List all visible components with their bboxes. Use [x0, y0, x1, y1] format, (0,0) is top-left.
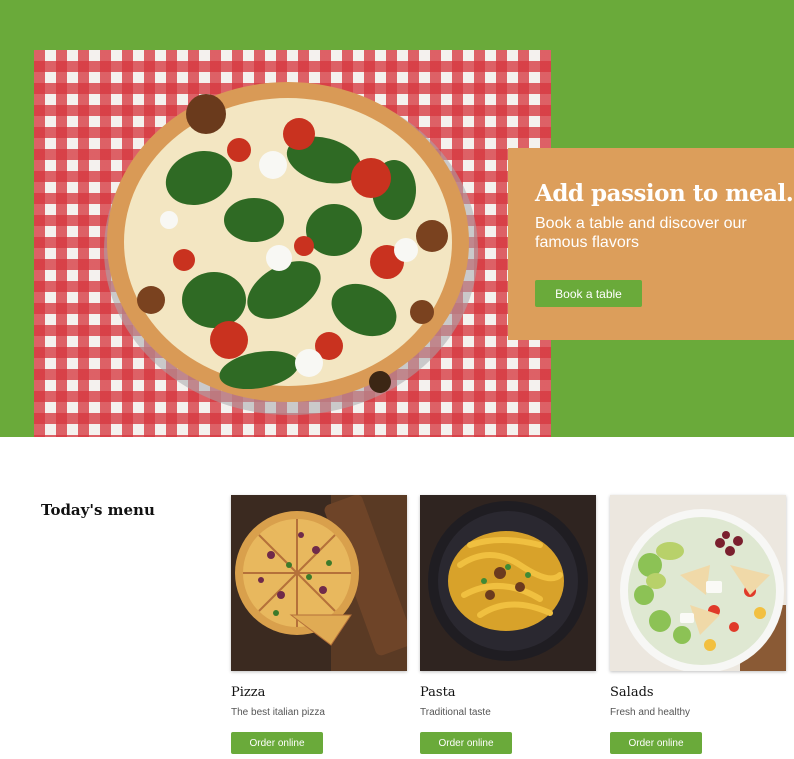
menu-item-name: Pasta — [420, 685, 456, 700]
menu-card-pasta: Pasta Traditional taste Order online — [420, 495, 596, 754]
order-online-button[interactable]: Order online — [610, 732, 702, 754]
menu-heading: Today's menu — [41, 501, 155, 519]
pizza-photo — [231, 495, 407, 671]
pasta-photo — [420, 495, 596, 671]
menu-item-description: The best italian pizza — [231, 707, 325, 718]
menu-item-description: Fresh and healthy — [610, 707, 691, 718]
promo-card: Add passion to meal. Book a table and di… — [508, 148, 794, 340]
hero-section: Add passion to meal. Book a table and di… — [0, 0, 794, 437]
promo-title: Add passion to meal. — [535, 180, 794, 207]
menu-item-description: Traditional taste — [420, 707, 491, 718]
menu-item-name: Salads — [610, 685, 654, 700]
pizza-illustration — [104, 82, 478, 415]
salad-photo — [610, 495, 786, 671]
hero-pizza-image — [34, 50, 551, 437]
salad-icon — [610, 495, 786, 671]
book-table-button[interactable]: Book a table — [535, 280, 642, 307]
order-online-button[interactable]: Order online — [231, 732, 323, 754]
menu-card-salads: Salads Fresh and healthy Order online — [610, 495, 786, 754]
pasta-icon — [420, 495, 596, 671]
order-online-button[interactable]: Order online — [420, 732, 512, 754]
menu-item-name: Pizza — [231, 685, 266, 700]
menu-card-pizza: Pizza The best italian pizza Order onlin… — [231, 495, 407, 754]
pizza-icon — [235, 495, 407, 671]
promo-subtitle: Book a table and discover our famous fla… — [535, 215, 747, 251]
